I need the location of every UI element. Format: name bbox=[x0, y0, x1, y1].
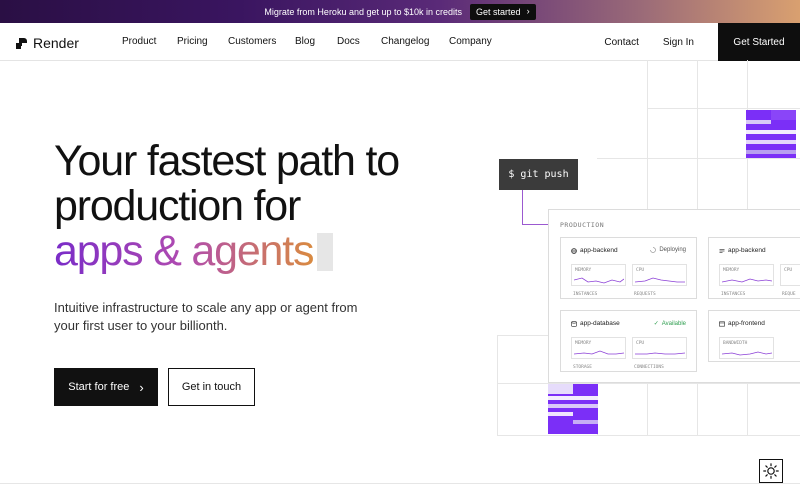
database-icon bbox=[571, 320, 577, 327]
service-card-app-backend-2: app-backend MEMORY CPU INSTANCES REQUE bbox=[708, 237, 800, 299]
nav-links: Product Pricing Customers Blog Docs Chan… bbox=[122, 36, 499, 47]
start-for-free-button[interactable]: Start for free › bbox=[54, 368, 158, 406]
hero-title-line-1: Your fastest path to bbox=[54, 137, 400, 185]
service-status: ✓ Available bbox=[653, 320, 686, 328]
cpu-sparkline bbox=[635, 277, 685, 283]
service-title: app-backend bbox=[571, 247, 618, 254]
globe-icon bbox=[571, 247, 577, 254]
theme-toggle-button[interactable] bbox=[759, 459, 783, 483]
connector-line bbox=[522, 190, 523, 224]
brand-logo[interactable]: Render bbox=[16, 35, 79, 51]
git-push-command: $ git push bbox=[499, 159, 578, 190]
metric-memory: MEMORY bbox=[571, 337, 626, 359]
announcement-button-label: Get started bbox=[476, 6, 521, 17]
browser-icon bbox=[719, 321, 725, 327]
list-icon bbox=[719, 248, 725, 253]
service-card-app-backend: app-backend Deploying MEMORY CPU INSTANC… bbox=[560, 237, 697, 299]
service-title: app-backend bbox=[719, 247, 766, 254]
nav-get-started-button[interactable]: Get Started bbox=[718, 23, 800, 61]
bandwidth-sparkline bbox=[722, 351, 772, 356]
nav-link-pricing[interactable]: Pricing bbox=[177, 36, 228, 47]
metric-memory: MEMORY bbox=[571, 264, 626, 286]
announcement-text: Migrate from Heroku and get up to $10k i… bbox=[264, 6, 463, 17]
hero-subtitle: Intuitive infrastructure to scale any ap… bbox=[54, 300, 358, 333]
purple-pixel-block-bottom bbox=[548, 384, 598, 434]
announcement-get-started-button[interactable]: Get started › bbox=[470, 3, 536, 20]
chevron-right-icon: › bbox=[526, 6, 530, 16]
production-panel: PRODUCTION app-backend Deploying MEMORY … bbox=[548, 209, 800, 383]
nav-link-customers[interactable]: Customers bbox=[228, 36, 295, 47]
service-card-app-frontend: app-frontend BANDWIDTH bbox=[708, 310, 800, 362]
nav-link-product[interactable]: Product bbox=[122, 36, 177, 47]
connector-line bbox=[522, 224, 550, 225]
nav-right: Contact Sign In Get Started bbox=[604, 23, 800, 61]
memory-sparkline bbox=[574, 350, 624, 355]
service-name: app-backend bbox=[580, 247, 618, 254]
hero-title-line-2: production for bbox=[54, 182, 301, 230]
top-nav: Render Product Pricing Customers Blog Do… bbox=[0, 23, 800, 61]
hero-title: Your fastest path to production for apps… bbox=[54, 137, 400, 275]
service-name: app-backend bbox=[728, 247, 766, 254]
spinner-icon bbox=[650, 247, 657, 253]
service-card-app-database: app-database ✓ Available MEMORY CPU STOR… bbox=[560, 310, 697, 372]
memory-sparkline bbox=[574, 277, 624, 284]
chevron-right-icon: › bbox=[139, 379, 144, 395]
service-title: app-frontend bbox=[719, 320, 765, 327]
metric-memory: MEMORY bbox=[719, 264, 774, 286]
service-name: app-frontend bbox=[728, 320, 765, 327]
metric-cpu: CPU bbox=[632, 264, 687, 286]
memory-sparkline bbox=[722, 278, 772, 283]
hero-title-line-3: apps & agents bbox=[54, 227, 315, 275]
render-logo-icon bbox=[16, 37, 27, 49]
nav-link-sign-in[interactable]: Sign In bbox=[663, 37, 694, 48]
announcement-bar: Migrate from Heroku and get up to $10k i… bbox=[0, 0, 800, 23]
status-deploying: Deploying bbox=[659, 247, 686, 253]
nav-link-company[interactable]: Company bbox=[449, 36, 499, 47]
start-for-free-label: Start for free bbox=[68, 381, 130, 393]
nav-link-blog[interactable]: Blog bbox=[295, 36, 337, 47]
cpu-sparkline bbox=[635, 352, 685, 355]
nav-link-docs[interactable]: Docs bbox=[337, 36, 381, 47]
production-label: PRODUCTION bbox=[560, 221, 605, 229]
text-cursor-block bbox=[317, 233, 334, 271]
purple-pixel-block-top bbox=[746, 110, 796, 158]
nav-link-changelog[interactable]: Changelog bbox=[381, 36, 449, 47]
nav-link-contact[interactable]: Contact bbox=[604, 37, 638, 48]
get-in-touch-button[interactable]: Get in touch bbox=[168, 368, 255, 406]
check-icon: ✓ bbox=[653, 321, 659, 327]
service-status: Deploying bbox=[650, 247, 686, 253]
service-name: app-database bbox=[580, 320, 620, 327]
brand-name: Render bbox=[33, 35, 79, 51]
metric-bandwidth: BANDWIDTH bbox=[719, 337, 774, 359]
status-available: Available bbox=[661, 320, 686, 327]
sun-icon bbox=[763, 463, 779, 479]
service-title: app-database bbox=[571, 320, 620, 327]
divider bbox=[0, 483, 800, 484]
metric-cpu: CPU bbox=[632, 337, 687, 359]
metric-cpu: CPU bbox=[780, 264, 800, 286]
